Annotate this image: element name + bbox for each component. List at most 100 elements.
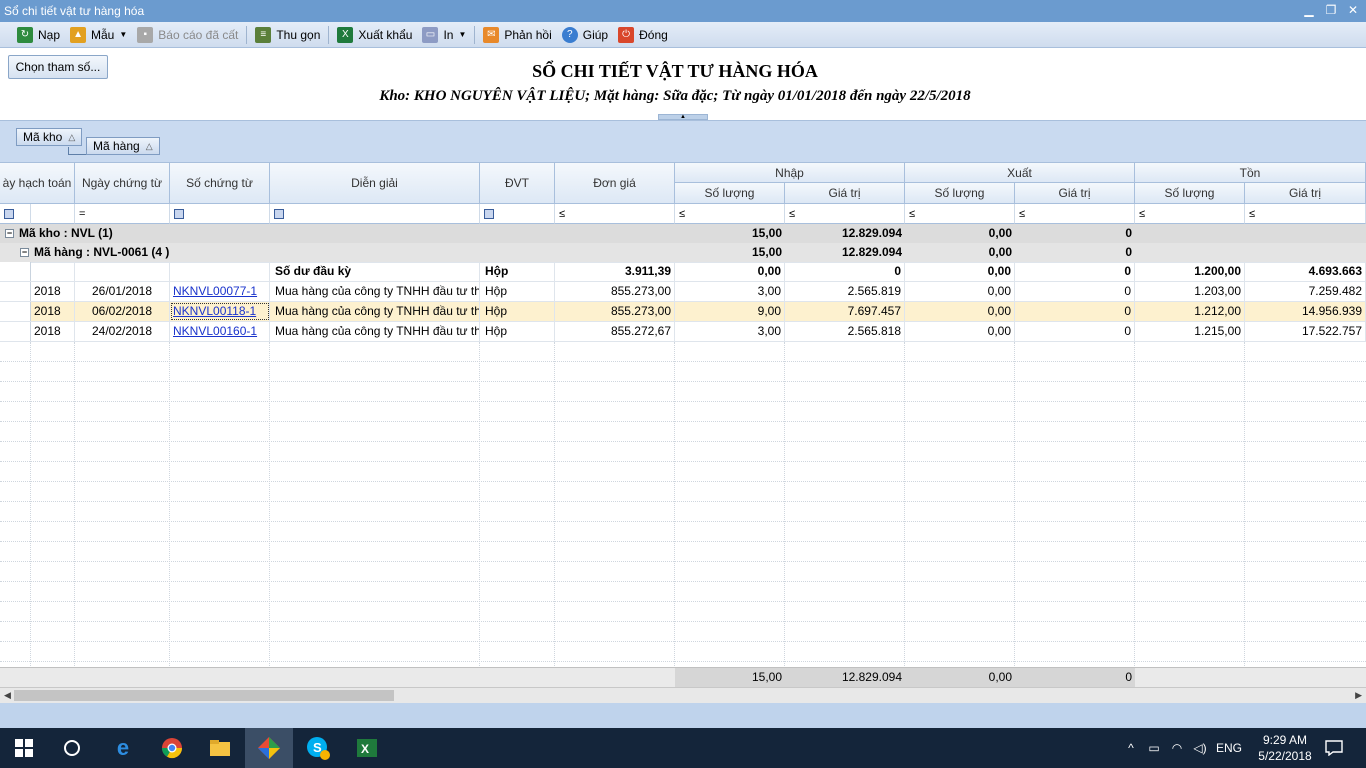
help-button[interactable]: ? Giúp — [557, 24, 613, 46]
group-chip-ma-kho[interactable]: Mã kho △ — [16, 128, 83, 146]
filter-don-gia[interactable]: ≤ — [555, 204, 675, 224]
volume-icon[interactable]: ◁) — [1188, 741, 1212, 755]
help-icon: ? — [561, 26, 578, 43]
report-subtitle: Kho: KHO NGUYÊN VẬT LIỆU; Mặt hàng: Sữa … — [379, 88, 971, 104]
chevron-up-icon[interactable]: ^ — [1120, 741, 1142, 755]
collapse-icon[interactable]: − — [5, 229, 14, 238]
taskbar-misa-app[interactable] — [245, 728, 293, 768]
taskbar-skype[interactable]: S — [294, 728, 342, 768]
column-gridline — [74, 342, 75, 668]
empty-row — [0, 582, 1366, 602]
col-header-dvt[interactable]: ĐVT — [480, 163, 555, 204]
data-grid: ày hạch toán Ngày chứng từ Số chứng từ D… — [0, 162, 1366, 687]
wifi-icon[interactable]: ◠ — [1166, 741, 1188, 755]
toolbar: ↻ Nạp ▲ Mẫu ▼ ▪ Báo cáo đã cất ≡ Thu gọn… — [0, 22, 1366, 48]
collapse-button[interactable]: ≡ Thu gọn — [250, 24, 325, 46]
filter-dien-giai[interactable] — [270, 204, 480, 224]
total-xuat-gia-tri: 0 — [1015, 668, 1135, 687]
col-header-nhap-gia-tri[interactable]: Giá trị — [785, 183, 905, 204]
template-button[interactable]: ▲ Mẫu ▼ — [65, 24, 132, 46]
filter-ton-gia-tri[interactable]: ≤ — [1245, 204, 1366, 224]
col-header-xuat-gia-tri[interactable]: Giá trị — [1015, 183, 1135, 204]
cell-dvt: Hộp — [480, 262, 555, 281]
voucher-link[interactable]: NKNVL00118-1 — [170, 302, 270, 321]
cell-ton-so-luong: 1.200,00 — [1135, 262, 1245, 281]
voucher-link[interactable]: NKNVL00160-1 — [170, 322, 270, 341]
filter-nhap-so-luong[interactable]: ≤ — [675, 204, 785, 224]
voucher-link[interactable]: NKNVL00077-1 — [170, 282, 270, 301]
taskbar-explorer[interactable] — [196, 728, 244, 768]
window-titlebar: Sổ chi tiết vật tư hàng hóa ▁ ❐ ✕ — [0, 0, 1366, 22]
taskbar-chrome[interactable] — [148, 728, 196, 768]
saved-reports-button[interactable]: ▪ Báo cáo đã cất — [132, 24, 243, 46]
language-indicator[interactable]: ENG — [1212, 741, 1246, 755]
table-row-selected[interactable]: 2018 06/02/2018 NKNVL00118-1 Mua hàng củ… — [0, 302, 1366, 322]
toolbar-separator — [246, 25, 248, 44]
col-header-ton-so-luong[interactable]: Số lượng — [1135, 183, 1245, 204]
column-gridline — [674, 342, 675, 668]
power-icon: ⏻ — [618, 26, 635, 43]
filter-op-le: ≤ — [1019, 207, 1026, 220]
group-label: Mã kho : NVL (1) — [19, 226, 113, 240]
group-nhap-so-luong: 15,00 — [751, 226, 782, 240]
filter-ngay-hach-toan[interactable] — [31, 204, 75, 224]
filter-xuat-gia-tri[interactable]: ≤ — [1015, 204, 1135, 224]
action-center-button[interactable] — [1310, 728, 1358, 768]
col-header-dien-giai[interactable]: Diễn giải — [270, 163, 480, 204]
col-header-ngay-chung-tu[interactable]: Ngày chứng từ — [75, 163, 170, 204]
start-button[interactable] — [0, 728, 48, 768]
filter-nhap-gia-tri[interactable]: ≤ — [785, 204, 905, 224]
reload-button[interactable]: ↻ Nạp — [12, 24, 65, 46]
group-label: Mã hàng : NVL-0061 (4 ) — [34, 245, 170, 259]
col-header-ngay-hach-toan[interactable]: ày hạch toán — [0, 163, 75, 204]
battery-icon[interactable]: ▭ — [1142, 741, 1166, 755]
group-row-hang[interactable]: − Mã hàng : NVL-0061 (4 ) 15,00 12.829.0… — [0, 243, 1366, 263]
minimize-button[interactable]: ▁ — [1300, 2, 1318, 18]
horizontal-scrollbar[interactable]: ◀ ▶ — [0, 687, 1366, 703]
scrollbar-thumb[interactable] — [14, 690, 394, 701]
filter-ton-so-luong[interactable]: ≤ — [1135, 204, 1245, 224]
cell-ton-so-luong: 1.212,00 — [1135, 302, 1245, 321]
close-report-button[interactable]: ⏻ Đóng — [613, 24, 673, 46]
row-indent — [0, 262, 31, 281]
taskbar-edge[interactable]: e — [99, 728, 147, 768]
app-icon — [258, 737, 280, 759]
table-row[interactable]: 2018 24/02/2018 NKNVL00160-1 Mua hàng củ… — [0, 322, 1366, 342]
empty-row — [0, 562, 1366, 582]
feedback-button[interactable]: ✉ Phản hồi — [478, 24, 556, 46]
filter-xuat-so-luong[interactable]: ≤ — [905, 204, 1015, 224]
cell-ton-gia-tri: 17.522.757 — [1245, 322, 1366, 341]
col-header-so-chung-tu[interactable]: Số chứng từ — [170, 163, 270, 204]
col-header-xuat-so-luong[interactable]: Số lượng — [905, 183, 1015, 204]
table-row[interactable]: 2018 26/01/2018 NKNVL00077-1 Mua hàng củ… — [0, 282, 1366, 302]
export-button[interactable]: X Xuất khẩu — [332, 24, 417, 46]
filter-row-selector[interactable] — [0, 204, 31, 224]
col-header-don-gia[interactable]: Đơn giá — [555, 163, 675, 204]
cell-ngay-chung-tu: 24/02/2018 — [75, 322, 170, 341]
grid-footer-totals: 15,00 12.829.094 0,00 0 — [0, 667, 1366, 687]
empty-row — [0, 462, 1366, 482]
edge-icon: e — [116, 735, 130, 760]
print-button[interactable]: ▭ In ▼ — [417, 24, 471, 46]
col-header-ton-gia-tri[interactable]: Giá trị — [1245, 183, 1366, 204]
cell-ngay-hach-toan: 2018 — [31, 282, 75, 301]
scroll-right-icon[interactable]: ▶ — [1355, 690, 1362, 701]
collapse-icon[interactable]: − — [20, 248, 29, 257]
taskbar-excel[interactable]: X — [343, 728, 391, 768]
cell-xuat-so-luong: 0,00 — [905, 302, 1015, 321]
empty-row — [0, 422, 1366, 442]
filter-ngay-chung-tu[interactable]: = — [75, 204, 170, 224]
restore-button[interactable]: ❐ — [1322, 2, 1340, 18]
scroll-left-icon[interactable]: ◀ — [4, 690, 11, 701]
column-gridline — [554, 342, 555, 668]
col-header-nhap-so-luong[interactable]: Số lượng — [675, 183, 785, 204]
filter-so-chung-tu[interactable] — [170, 204, 270, 224]
close-window-button[interactable]: ✕ — [1344, 2, 1362, 18]
chart-icon: ▲ — [70, 26, 87, 43]
cell-don-gia: 855.273,00 — [555, 302, 675, 321]
group-chip-ma-hang[interactable]: Mã hàng △ — [86, 137, 160, 155]
group-row-kho[interactable]: − Mã kho : NVL (1) 15,00 12.829.094 0,00… — [0, 224, 1366, 244]
opening-balance-row[interactable]: Số dư đầu kỳ Hộp 3.911,39 0,00 0 0,00 0 … — [0, 262, 1366, 282]
cortana-button[interactable] — [48, 728, 96, 768]
filter-dvt[interactable] — [480, 204, 555, 224]
